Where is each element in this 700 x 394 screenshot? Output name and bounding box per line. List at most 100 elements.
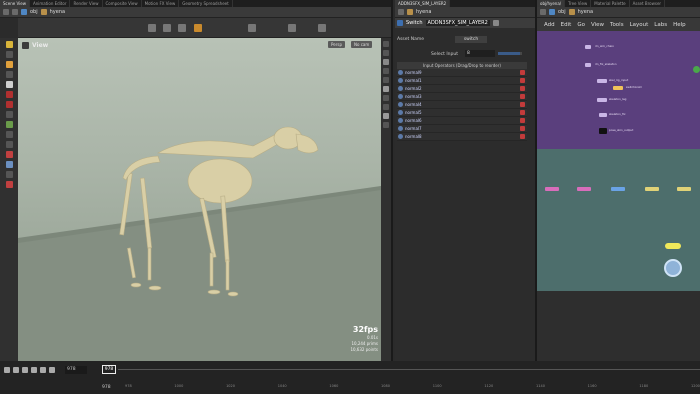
cut-icon[interactable] xyxy=(5,141,13,148)
input-row[interactable]: normal3 xyxy=(397,93,527,101)
tab-asset-browser[interactable]: Asset Browser xyxy=(630,0,666,7)
stop-icon[interactable] xyxy=(22,367,28,373)
path-hyena[interactable]: hyena xyxy=(50,9,65,15)
input-row[interactable]: normal7 xyxy=(397,125,527,133)
tab-network[interactable]: obj/hyena/ xyxy=(537,0,566,7)
start-frame-field[interactable]: 978 xyxy=(65,366,87,374)
input-row[interactable]: normal4 xyxy=(397,101,527,109)
input-label[interactable]: normal3 xyxy=(405,94,520,99)
remove-icon[interactable] xyxy=(520,109,525,115)
record-icon[interactable] xyxy=(5,91,13,98)
network-node[interactable] xyxy=(585,45,591,49)
network-node[interactable] xyxy=(599,128,607,134)
menu-tools[interactable]: Tools xyxy=(610,22,624,28)
magnet-icon[interactable] xyxy=(5,151,13,158)
lighting-icon[interactable] xyxy=(383,59,389,65)
path-obj[interactable]: obj xyxy=(558,9,566,15)
remove-icon[interactable] xyxy=(520,77,525,83)
pane-divider[interactable] xyxy=(391,0,393,361)
select-icon[interactable] xyxy=(5,41,13,48)
bone-icon[interactable] xyxy=(5,181,13,188)
input-row[interactable]: normal1 xyxy=(397,77,527,85)
end-frame-field[interactable]: 978 xyxy=(102,384,116,392)
camera-icon[interactable] xyxy=(318,24,326,32)
input-label[interactable]: normal7 xyxy=(405,126,520,131)
shading-icon[interactable] xyxy=(383,50,389,56)
path-hyena[interactable]: hyena xyxy=(578,9,593,15)
path-hyena[interactable]: hyena xyxy=(416,9,431,15)
input-label[interactable]: normal8 xyxy=(405,134,520,139)
remove-icon[interactable] xyxy=(520,133,525,139)
normal-icon[interactable] xyxy=(383,86,389,92)
persp-menu[interactable]: Persp xyxy=(328,41,345,48)
input-label[interactable]: normal4 xyxy=(405,102,520,107)
input-row[interactable]: normal6 xyxy=(397,117,527,125)
menu-go[interactable]: Go xyxy=(577,22,585,28)
point-icon[interactable] xyxy=(383,77,389,83)
remove-icon[interactable] xyxy=(520,69,525,75)
rewind-icon[interactable] xyxy=(4,367,10,373)
wire-icon[interactable] xyxy=(383,95,389,101)
back-icon[interactable] xyxy=(398,9,404,15)
pin-icon[interactable] xyxy=(5,111,13,118)
move-tool-icon[interactable] xyxy=(163,24,171,32)
fast-forward-icon[interactable] xyxy=(49,367,55,373)
asset-name-field[interactable]: switch xyxy=(455,36,487,43)
tab-motion-fx-view[interactable]: Motion FX View xyxy=(142,0,180,7)
remove-icon[interactable] xyxy=(520,125,525,131)
tab-scene-view[interactable]: Scene View xyxy=(0,0,30,7)
rotate-tool-icon[interactable] xyxy=(178,24,186,32)
remove-icon[interactable] xyxy=(520,117,525,123)
remove-icon[interactable] xyxy=(520,101,525,107)
menu-help[interactable]: Help xyxy=(673,22,686,28)
select-input-slider[interactable] xyxy=(498,52,522,55)
viewport-3d[interactable]: View Persp No cam 32fps 0.01s 10,244 pri… xyxy=(18,38,381,361)
remove-icon[interactable] xyxy=(520,85,525,91)
tab-render-view[interactable]: Render View xyxy=(70,0,103,7)
transform-icon[interactable] xyxy=(5,51,13,58)
gear-icon[interactable] xyxy=(492,20,499,26)
menu-labs[interactable]: Labs xyxy=(654,22,667,28)
network-node[interactable] xyxy=(597,79,607,83)
network-node[interactable] xyxy=(645,187,659,191)
timeline-track[interactable] xyxy=(118,369,700,370)
bound-icon[interactable] xyxy=(383,104,389,110)
camera-menu[interactable]: No cam xyxy=(351,41,373,48)
snap-icon[interactable] xyxy=(248,24,256,32)
network-node[interactable] xyxy=(585,63,591,67)
geometry-icon[interactable] xyxy=(5,121,13,128)
input-row[interactable]: normal8 xyxy=(397,133,527,141)
step-forward-icon[interactable] xyxy=(40,367,46,373)
view-icon[interactable] xyxy=(5,71,13,78)
merge-node[interactable] xyxy=(665,243,681,249)
remove-icon[interactable] xyxy=(520,93,525,99)
handle-icon[interactable] xyxy=(5,161,13,168)
path-obj[interactable]: obj xyxy=(30,9,38,15)
display-icon[interactable] xyxy=(383,41,389,47)
tab-tree-view[interactable]: Tree View xyxy=(565,0,592,7)
step-back-icon[interactable] xyxy=(13,367,19,373)
network-node[interactable] xyxy=(597,98,607,102)
menu-view[interactable]: View xyxy=(591,22,604,28)
select-tool-icon[interactable] xyxy=(148,24,156,32)
camera-view-icon[interactable] xyxy=(383,122,389,128)
light-icon[interactable] xyxy=(5,61,13,68)
network-node[interactable] xyxy=(545,187,559,191)
forward-icon[interactable] xyxy=(12,9,18,15)
network-node[interactable] xyxy=(613,86,623,90)
display-flag-icon[interactable] xyxy=(693,66,700,73)
select-input-field[interactable]: 8 xyxy=(465,50,495,57)
key-icon[interactable] xyxy=(5,101,13,108)
current-frame-field[interactable]: 978 xyxy=(102,365,116,374)
view-mode-icon[interactable] xyxy=(5,171,13,178)
grid-icon[interactable] xyxy=(383,68,389,74)
output-node-icon[interactable] xyxy=(664,259,682,277)
ghost-icon[interactable] xyxy=(383,113,389,119)
tab-composite-view[interactable]: Composite View xyxy=(103,0,142,7)
play-icon[interactable] xyxy=(31,367,37,373)
brush-icon[interactable] xyxy=(5,131,13,138)
input-label[interactable]: normal1 xyxy=(405,78,520,83)
tab-material-palette[interactable]: Material Palette xyxy=(591,0,630,7)
tab-geometry-spreadsheet[interactable]: Geometry Spreadsheet xyxy=(179,0,233,7)
lock-icon[interactable] xyxy=(5,81,13,88)
